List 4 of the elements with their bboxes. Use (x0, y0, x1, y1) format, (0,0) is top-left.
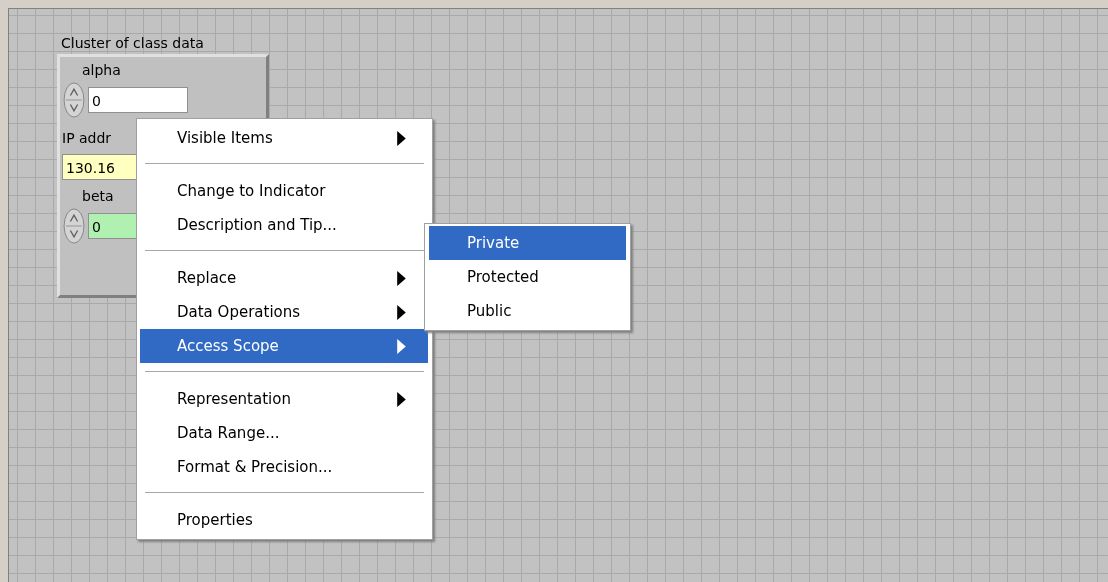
control-label: IP addr (62, 129, 112, 148)
cluster-label: Cluster of class data (60, 34, 205, 53)
control-label: alpha (81, 61, 121, 80)
control-label: beta (81, 187, 114, 206)
